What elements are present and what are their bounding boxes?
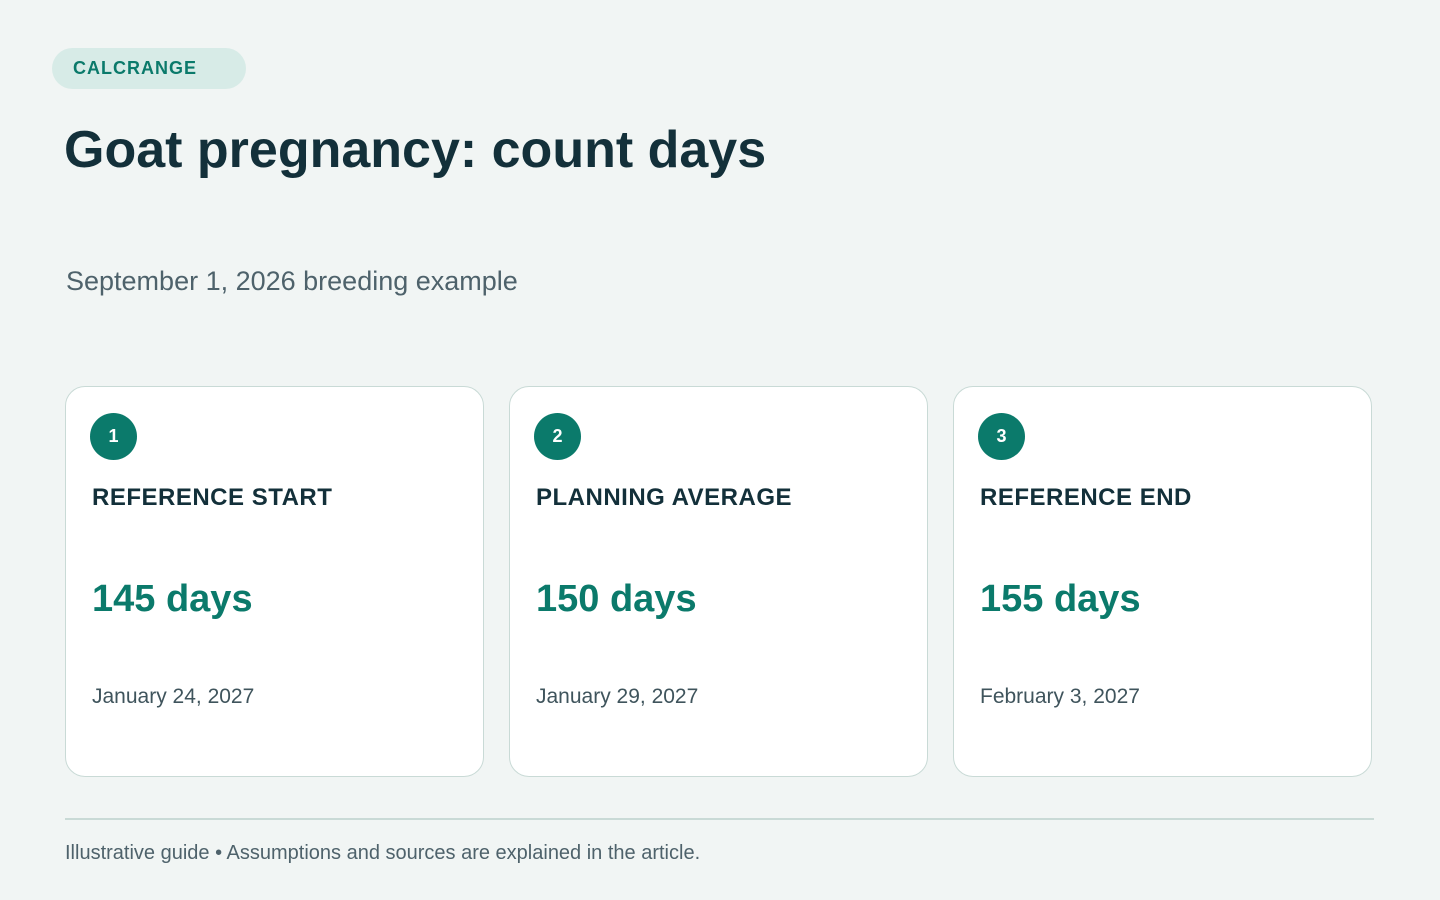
card-value: 150 days (536, 578, 697, 620)
card-label: PLANNING AVERAGE (536, 484, 793, 511)
card-planning-average: 2 PLANNING AVERAGE 150 days January 29, … (509, 386, 928, 777)
card-date: February 3, 2027 (980, 685, 1140, 708)
brand-badge: CALCRANGE (52, 48, 246, 89)
page-title: Goat pregnancy: count days (64, 121, 767, 179)
step-number-badge: 3 (978, 413, 1025, 460)
footer-divider (65, 818, 1374, 820)
card-reference-start: 1 REFERENCE START 145 days January 24, 2… (65, 386, 484, 777)
card-reference-end: 3 REFERENCE END 155 days February 3, 202… (953, 386, 1372, 777)
card-label: REFERENCE START (92, 484, 333, 511)
card-row: 1 REFERENCE START 145 days January 24, 2… (65, 386, 1372, 777)
card-date: January 24, 2027 (92, 685, 255, 708)
card-value: 145 days (92, 578, 253, 620)
step-number-badge: 1 (90, 413, 137, 460)
step-number-badge: 2 (534, 413, 581, 460)
card-value: 155 days (980, 578, 1141, 620)
page-subtitle: September 1, 2026 breeding example (66, 266, 518, 296)
footer-note: Illustrative guide • Assumptions and sou… (65, 842, 701, 864)
card-label: REFERENCE END (980, 484, 1192, 511)
card-date: January 29, 2027 (536, 685, 699, 708)
